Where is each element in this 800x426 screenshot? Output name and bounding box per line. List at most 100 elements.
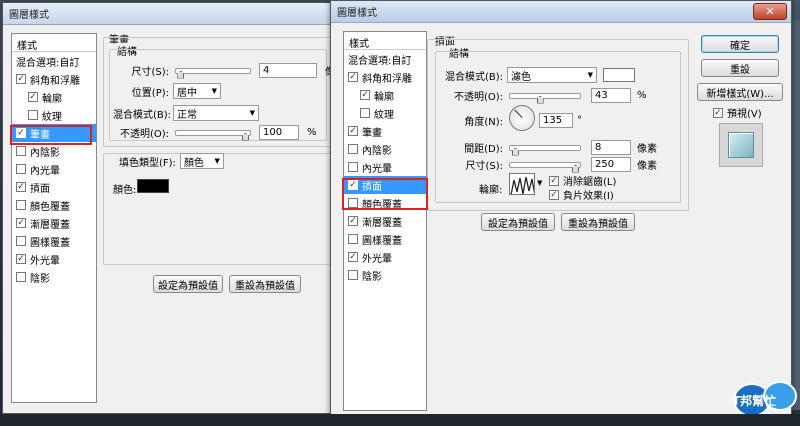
style-checkbox[interactable]: ✓ <box>16 74 26 84</box>
opacity-slider[interactable] <box>509 92 581 104</box>
style-checkbox[interactable]: ✓ <box>348 72 358 82</box>
style-checkbox[interactable]: ✓ <box>16 182 26 192</box>
satin-color-swatch[interactable] <box>603 68 635 82</box>
ok-button[interactable]: 確定 <box>701 35 779 53</box>
blend-mode-select[interactable]: 濾色 ▼ <box>507 67 597 83</box>
close-icon[interactable]: ✕ <box>753 3 787 20</box>
angle-label: 角度(N): <box>464 117 503 128</box>
style-item[interactable]: ✓ 摃面 <box>12 178 96 196</box>
style-checkbox[interactable] <box>360 108 370 118</box>
opacity-slider-thumb[interactable] <box>242 132 249 141</box>
blend-options-item[interactable]: 混合選項:自訂 <box>12 52 96 70</box>
size-slider-thumb[interactable] <box>572 164 579 173</box>
style-item[interactable]: 內光暈 <box>12 160 96 178</box>
angle-value-row: 135 ° <box>539 113 582 128</box>
style-item[interactable]: 圖樣覆蓋 <box>12 232 96 250</box>
blend-options-item[interactable]: 混合選項:自訂 <box>344 50 426 68</box>
fill-type-select[interactable]: 顏色 ▼ <box>179 153 224 169</box>
preview-row[interactable]: ✓ 預視(V) <box>713 105 762 120</box>
style-item[interactable]: ✓ 漸層覆蓋 <box>12 214 96 232</box>
distance-slider[interactable] <box>509 144 581 156</box>
style-checkbox[interactable] <box>16 272 26 282</box>
contour-picker[interactable] <box>509 173 535 195</box>
style-checkbox[interactable]: ✓ <box>16 254 26 264</box>
style-checkbox[interactable] <box>16 236 26 246</box>
reset-default-button[interactable]: 重設為預設值 <box>561 213 635 231</box>
taskbar <box>0 414 800 426</box>
color-row: 顏色: <box>113 181 136 196</box>
style-checkbox[interactable] <box>348 144 358 154</box>
style-item[interactable]: ✓ 斜角和浮雕 <box>344 68 426 86</box>
style-item[interactable]: 紋理 <box>344 104 426 122</box>
style-item-label: 輪廓 <box>374 91 394 103</box>
anti-alias-row[interactable]: ✓ 消除鋸齒(L) <box>549 173 616 188</box>
chevron-down-icon: ▼ <box>214 157 220 165</box>
new-style-button[interactable]: 新增樣式(W)... <box>697 83 783 101</box>
preview-label: 預視(V) <box>727 109 762 120</box>
style-item[interactable]: ✓ 斜角和浮雕 <box>12 70 96 88</box>
dialog-title-bar[interactable]: 圖層樣式 <box>3 3 341 25</box>
style-checkbox[interactable]: ✓ <box>348 216 358 226</box>
style-item[interactable]: 內光暈 <box>344 158 426 176</box>
invert-checkbox[interactable]: ✓ <box>549 189 559 200</box>
style-item-label: 顏色覆蓋 <box>30 201 70 213</box>
reset-button[interactable]: 重設 <box>701 59 779 77</box>
style-checkbox[interactable]: ✓ <box>348 126 358 136</box>
style-item[interactable]: ✓ 外光暈 <box>12 250 96 268</box>
opacity-slider-thumb[interactable] <box>536 95 544 104</box>
opacity-input[interactable]: 43 <box>591 88 631 103</box>
style-item[interactable]: 顏色覆蓋 <box>12 196 96 214</box>
distance-unit: 像素 <box>637 144 657 155</box>
style-checkbox[interactable] <box>348 270 358 280</box>
style-item[interactable]: ✓ 筆畫 <box>344 122 426 140</box>
size-input[interactable]: 250 <box>591 157 631 172</box>
angle-input[interactable]: 135 <box>539 113 573 128</box>
style-item[interactable]: ✓ 輪廓 <box>12 88 96 106</box>
style-item-label: 紋理 <box>374 109 394 121</box>
contour-dropdown-icon[interactable]: ▼ <box>537 179 542 187</box>
opacity-slider[interactable] <box>175 129 251 141</box>
style-checkbox[interactable] <box>348 162 358 172</box>
set-default-button[interactable]: 設定為預設值 <box>481 213 555 231</box>
position-select[interactable]: 居中 ▼ <box>173 83 221 99</box>
style-item[interactable]: 圖樣覆蓋 <box>344 230 426 248</box>
style-item[interactable]: 陰影 <box>344 266 426 284</box>
stroke-color-swatch[interactable] <box>137 179 169 193</box>
angle-dial[interactable] <box>509 105 535 131</box>
style-item[interactable]: ✓ 輪廓 <box>344 86 426 104</box>
style-item[interactable]: 內陰影 <box>344 140 426 158</box>
style-checkbox[interactable] <box>16 200 26 210</box>
style-checkbox[interactable] <box>348 234 358 244</box>
style-item[interactable]: ✓ 外光暈 <box>344 248 426 266</box>
size-slider-thumb[interactable] <box>177 70 185 79</box>
style-checkbox[interactable]: ✓ <box>28 92 38 102</box>
size-slider[interactable] <box>509 161 581 173</box>
style-item[interactable]: 陰影 <box>12 268 96 286</box>
blend-mode-select[interactable]: 正常 ▼ <box>173 105 259 121</box>
contour-curve-icon <box>510 176 534 194</box>
styles-header[interactable]: 樣式 <box>344 32 426 50</box>
styles-header[interactable]: 樣式 <box>12 34 96 52</box>
style-item[interactable]: ✓ 漸層覆蓋 <box>344 212 426 230</box>
opacity-label: 不透明(O): <box>453 92 503 103</box>
style-checkbox[interactable]: ✓ <box>16 218 26 228</box>
distance-slider-thumb[interactable] <box>511 147 519 156</box>
invert-row[interactable]: ✓ 負片效果(I) <box>549 187 614 202</box>
preview-checkbox[interactable]: ✓ <box>713 107 723 118</box>
size-input[interactable]: 4 <box>259 63 317 78</box>
style-checkbox[interactable] <box>16 146 26 156</box>
style-item[interactable]: 紋理 <box>12 106 96 124</box>
opacity-input[interactable]: 100 <box>259 125 299 140</box>
dialog-title-bar[interactable]: 圖層樣式 ✕ <box>331 1 791 23</box>
style-checkbox[interactable] <box>16 164 26 174</box>
highlight-stroke-item <box>10 125 92 145</box>
set-default-button[interactable]: 設定為預設值 <box>153 275 223 293</box>
style-checkbox[interactable] <box>28 110 38 120</box>
style-checkbox[interactable]: ✓ <box>348 252 358 262</box>
size-slider[interactable] <box>175 67 251 79</box>
distance-input[interactable]: 8 <box>591 140 631 155</box>
anti-alias-checkbox[interactable]: ✓ <box>549 175 559 186</box>
style-checkbox[interactable]: ✓ <box>360 90 370 100</box>
style-item-label: 漸層覆蓋 <box>362 217 402 229</box>
reset-default-button[interactable]: 重設為預設值 <box>229 275 301 293</box>
